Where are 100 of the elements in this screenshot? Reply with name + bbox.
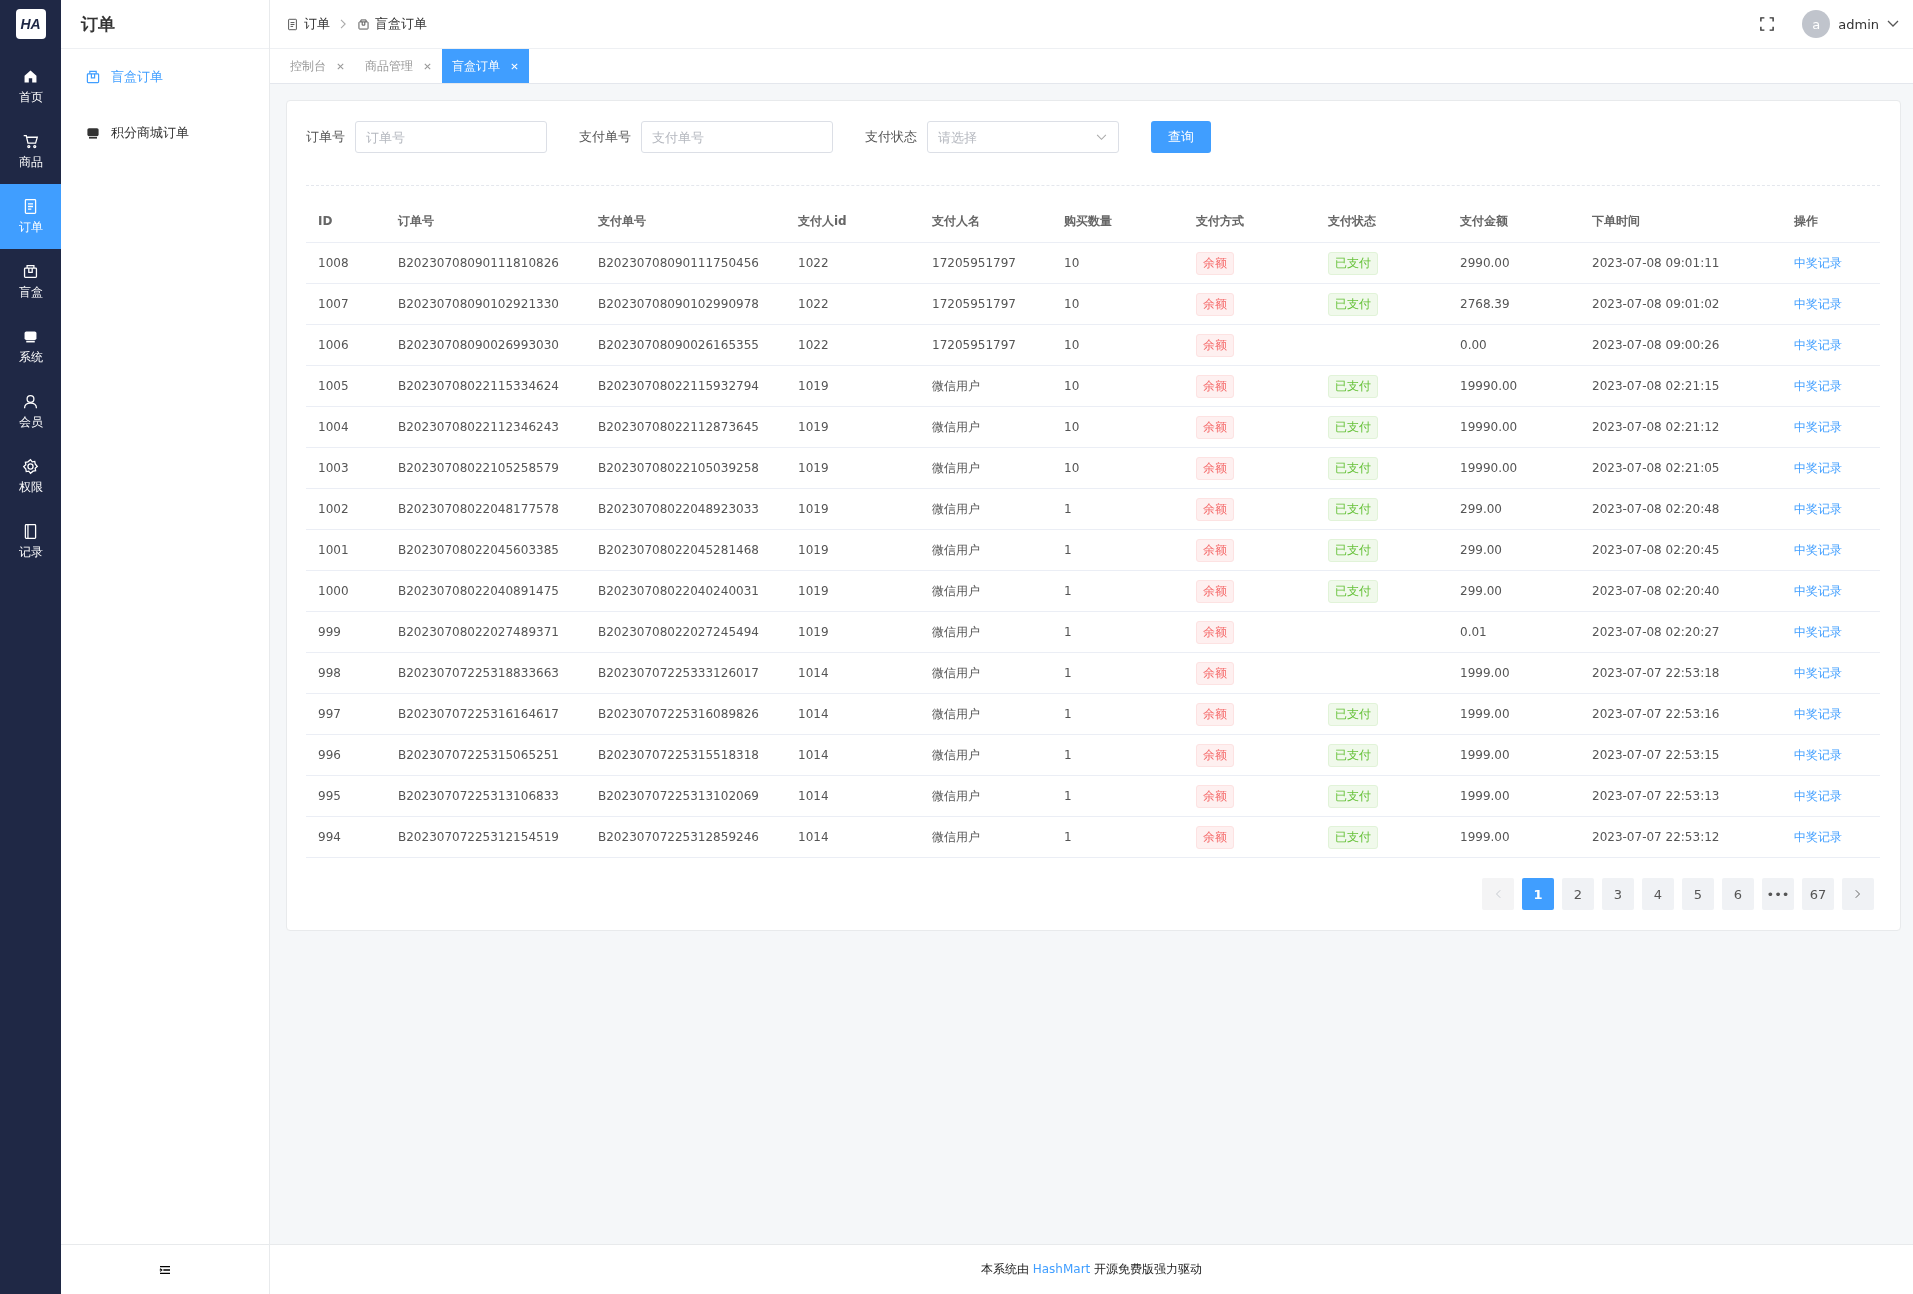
fullscreen-icon[interactable] (1760, 17, 1775, 31)
table-cell: 1014 (798, 830, 829, 844)
table-cell: B20230707225312859246 (598, 830, 759, 844)
page-button[interactable]: 67 (1802, 878, 1834, 910)
chevron-down-icon[interactable] (1096, 134, 1107, 141)
table-cell: 17205951797 (932, 297, 1016, 311)
page-button[interactable]: 2 (1562, 878, 1594, 910)
prize-record-link[interactable]: 中奖记录 (1794, 583, 1842, 598)
nav-item[interactable]: 系统 (0, 314, 61, 379)
doc-icon (286, 17, 299, 31)
table-cell: B20230708022112346243 (398, 420, 559, 434)
nav-item[interactable]: 会员 (0, 379, 61, 444)
column-header: 支付状态 (1328, 213, 1376, 228)
table-cell: 微信用户 (932, 419, 980, 434)
field-label: 支付单号 (579, 128, 631, 146)
table-cell: 微信用户 (932, 378, 980, 393)
nav-item[interactable]: 商品 (0, 119, 61, 184)
payment-method-tag: 余额 (1196, 538, 1234, 562)
prize-record-link[interactable]: 中奖记录 (1794, 460, 1842, 475)
table-cell: B20230708022105258579 (398, 461, 559, 475)
breadcrumb-item[interactable]: 订单 (304, 15, 330, 33)
input-field[interactable]: 支付单号 (641, 121, 833, 153)
table-cell: 997 (318, 707, 341, 721)
avatar[interactable]: a (1802, 10, 1831, 38)
chevron-right-icon (1855, 889, 1861, 899)
prize-record-link[interactable]: 中奖记录 (1794, 829, 1842, 844)
table-cell: 1022 (798, 338, 829, 352)
payment-status-tag: 已支付 (1328, 292, 1378, 316)
page-button[interactable]: ••• (1762, 878, 1794, 910)
prize-record-link[interactable]: 中奖记录 (1794, 706, 1842, 721)
footer-text: 本系统由 HashMart 开源免费版强力驱动 (980, 1261, 1203, 1278)
payment-method-tag: 余额 (1196, 743, 1234, 767)
select-field[interactable]: 请选择 (927, 121, 1119, 153)
tab[interactable]: 控制台 (280, 49, 355, 83)
caret-icon[interactable] (1887, 20, 1899, 28)
prize-record-link[interactable]: 中奖记录 (1794, 665, 1842, 680)
table-cell: 19990.00 (1460, 420, 1518, 434)
menu-icon[interactable] (159, 1264, 171, 1275)
payment-method-tag: 余额 (1196, 415, 1234, 439)
search-button[interactable]: 查询 (1151, 121, 1211, 153)
table-cell: B20230708022027489371 (398, 625, 559, 639)
payment-method-tag: 余额 (1196, 251, 1234, 275)
page-button[interactable]: 4 (1642, 878, 1674, 910)
prize-record-link[interactable]: 中奖记录 (1794, 419, 1842, 434)
page-button[interactable]: 1 (1522, 878, 1554, 910)
table-cell: 996 (318, 748, 341, 762)
table-cell: 微信用户 (932, 460, 980, 475)
table-cell: B20230708022045603385 (398, 543, 559, 557)
table-cell: B20230708022040240031 (598, 584, 759, 598)
prize-record-link[interactable]: 中奖记录 (1794, 501, 1842, 516)
payment-status-tag: 已支付 (1328, 251, 1378, 275)
table-cell: 1999.00 (1460, 789, 1510, 803)
page-button[interactable]: 3 (1602, 878, 1634, 910)
table-cell: 299.00 (1460, 502, 1502, 516)
table-cell: 微信用户 (932, 829, 980, 844)
user-name[interactable]: admin (1838, 16, 1879, 32)
nav-item[interactable]: 订单 (0, 184, 61, 249)
nav-item[interactable]: 首页 (0, 54, 61, 119)
tab[interactable]: 商品管理 (355, 49, 442, 83)
box-icon (357, 17, 370, 31)
prize-record-link[interactable]: 中奖记录 (1794, 296, 1842, 311)
table-cell: 1008 (318, 256, 349, 270)
prize-record-link[interactable]: 中奖记录 (1794, 788, 1842, 803)
breadcrumb-item[interactable]: 盲盒订单 (375, 15, 427, 33)
table-cell: 2768.39 (1460, 297, 1510, 311)
table-cell: 1007 (318, 297, 349, 311)
nav-item[interactable]: 记录 (0, 509, 61, 574)
page-button[interactable]: 5 (1682, 878, 1714, 910)
table-cell: 1 (1064, 625, 1072, 639)
box-icon (85, 69, 101, 85)
table-cell: 10 (1064, 256, 1080, 270)
prize-record-link[interactable]: 中奖记录 (1794, 624, 1842, 639)
sidebar-item[interactable]: 盲盒订单 (61, 49, 269, 105)
prize-record-link[interactable]: 中奖记录 (1794, 378, 1842, 393)
table-cell: 1022 (798, 256, 829, 270)
close-icon[interactable] (423, 61, 432, 71)
table-cell: 1014 (798, 748, 829, 762)
footer-link[interactable]: HashMart (1032, 1262, 1091, 1276)
page-button[interactable]: 6 (1722, 878, 1754, 910)
table-cell: 999 (318, 625, 341, 639)
table-cell: 2023-07-07 22:53:18 (1592, 666, 1720, 680)
prize-record-link[interactable]: 中奖记录 (1794, 255, 1842, 270)
column-header: ID (318, 214, 333, 228)
input-field[interactable]: 订单号 (355, 121, 547, 153)
close-icon[interactable] (336, 61, 345, 71)
table-cell: 1 (1064, 543, 1072, 557)
prize-record-link[interactable]: 中奖记录 (1794, 337, 1842, 352)
prize-record-link[interactable]: 中奖记录 (1794, 747, 1842, 762)
table-cell: 2023-07-08 09:01:11 (1592, 256, 1720, 270)
table-cell: 2023-07-08 02:20:48 (1592, 502, 1720, 516)
table-cell: 2023-07-07 22:53:13 (1592, 789, 1720, 803)
prize-record-link[interactable]: 中奖记录 (1794, 542, 1842, 557)
payment-status-tag: 已支付 (1328, 456, 1378, 480)
table-cell: 1004 (318, 420, 349, 434)
nav-item[interactable]: 盲盒 (0, 249, 61, 314)
table-cell: 19990.00 (1460, 461, 1518, 475)
nav-item[interactable]: 权限 (0, 444, 61, 509)
sidebar-item[interactable]: 积分商城订单 (61, 105, 269, 161)
tab[interactable]: 盲盒订单 (442, 49, 529, 83)
table-cell: B20230708022040891475 (398, 584, 559, 598)
